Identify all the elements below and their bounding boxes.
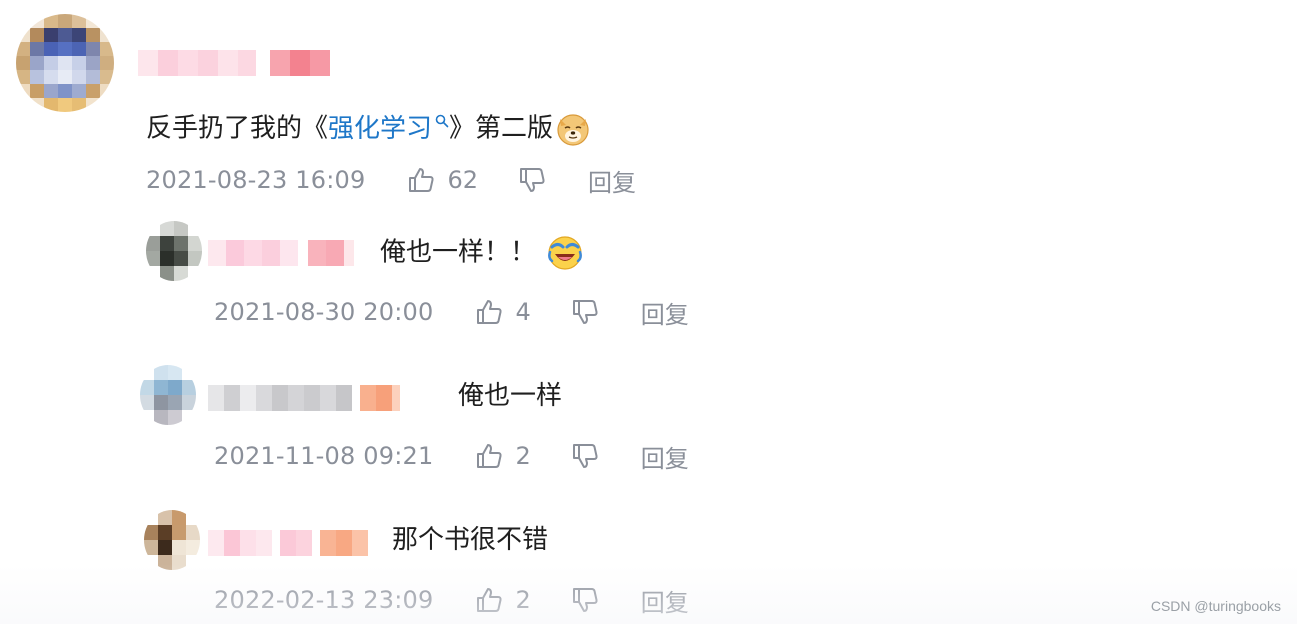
comment-text: 反手扔了我的《强化学习 》第二版 [146, 111, 591, 147]
doge-emoji-icon [557, 114, 589, 146]
like-count: 62 [447, 166, 479, 194]
dislike-button[interactable] [571, 298, 599, 326]
reply-text: 俺也一样！！ [380, 237, 537, 268]
avatar[interactable] [146, 221, 202, 281]
laugh-cry-emoji-icon [548, 236, 582, 270]
dislike-button[interactable] [518, 166, 546, 194]
thumbs-down-icon [572, 588, 598, 612]
thumbs-down-icon [572, 300, 598, 324]
thumbs-up-icon [477, 444, 503, 468]
reply-text: 俺也一样 [458, 381, 563, 411]
comment-meta: 2021-08-23 16:09 62 回复 [146, 163, 636, 197]
like-count: 2 [515, 442, 531, 470]
search-icon [435, 114, 449, 128]
dislike-button[interactable] [571, 442, 599, 470]
username-blurred[interactable] [208, 385, 400, 411]
avatar[interactable] [144, 510, 200, 570]
comment-time: 2021-08-23 16:09 [146, 166, 366, 194]
comment-text-suffix: 》第二版 [449, 113, 554, 144]
comment-text: 俺也一样！！ [380, 234, 584, 272]
comment-text: 俺也一样 [458, 379, 562, 413]
reply-button[interactable]: 回复 [641, 295, 689, 330]
comment-time: 2021-08-30 20:00 [214, 298, 434, 326]
username-blurred[interactable] [208, 530, 368, 556]
avatar[interactable] [16, 14, 114, 112]
topic-link[interactable]: 强化学习 [328, 114, 449, 144]
comment-time: 2021-11-08 09:21 [214, 442, 434, 470]
comment-meta: 2021-11-08 09:21 2 回复 [214, 439, 689, 473]
thumbs-down-icon [520, 168, 545, 192]
watermark: CSDN @turingbooks [1150, 598, 1281, 614]
like-button[interactable]: 4 [475, 298, 531, 326]
comment-text: 那个书很不错 [392, 523, 548, 557]
dislike-button[interactable] [571, 586, 599, 614]
comment-meta: 2022-02-13 23:09 2 回复 [214, 583, 689, 617]
like-button[interactable]: 2 [475, 586, 531, 614]
like-count: 4 [515, 298, 531, 326]
reply-button[interactable]: 回复 [641, 439, 689, 474]
comment-time: 2022-02-13 23:09 [214, 586, 434, 614]
username-blurred[interactable] [138, 50, 330, 76]
like-count: 2 [515, 586, 531, 614]
like-button[interactable]: 2 [475, 442, 531, 470]
reply-button[interactable]: 回复 [588, 163, 636, 198]
comment-text-prefix: 反手扔了我的《 [146, 113, 329, 144]
thumbs-up-icon [477, 588, 503, 612]
comment-meta: 2021-08-30 20:00 4 回复 [214, 295, 689, 329]
thumbs-down-icon [572, 444, 598, 468]
reply-button[interactable]: 回复 [641, 583, 689, 618]
thumbs-up-icon [477, 300, 503, 324]
username-blurred[interactable] [208, 240, 354, 266]
avatar[interactable] [140, 365, 196, 425]
reply-text: 那个书很不错 [392, 525, 549, 555]
thumbs-up-icon [409, 168, 435, 192]
topic-link-label: 强化学习 [328, 113, 433, 144]
like-button[interactable]: 62 [407, 166, 478, 194]
